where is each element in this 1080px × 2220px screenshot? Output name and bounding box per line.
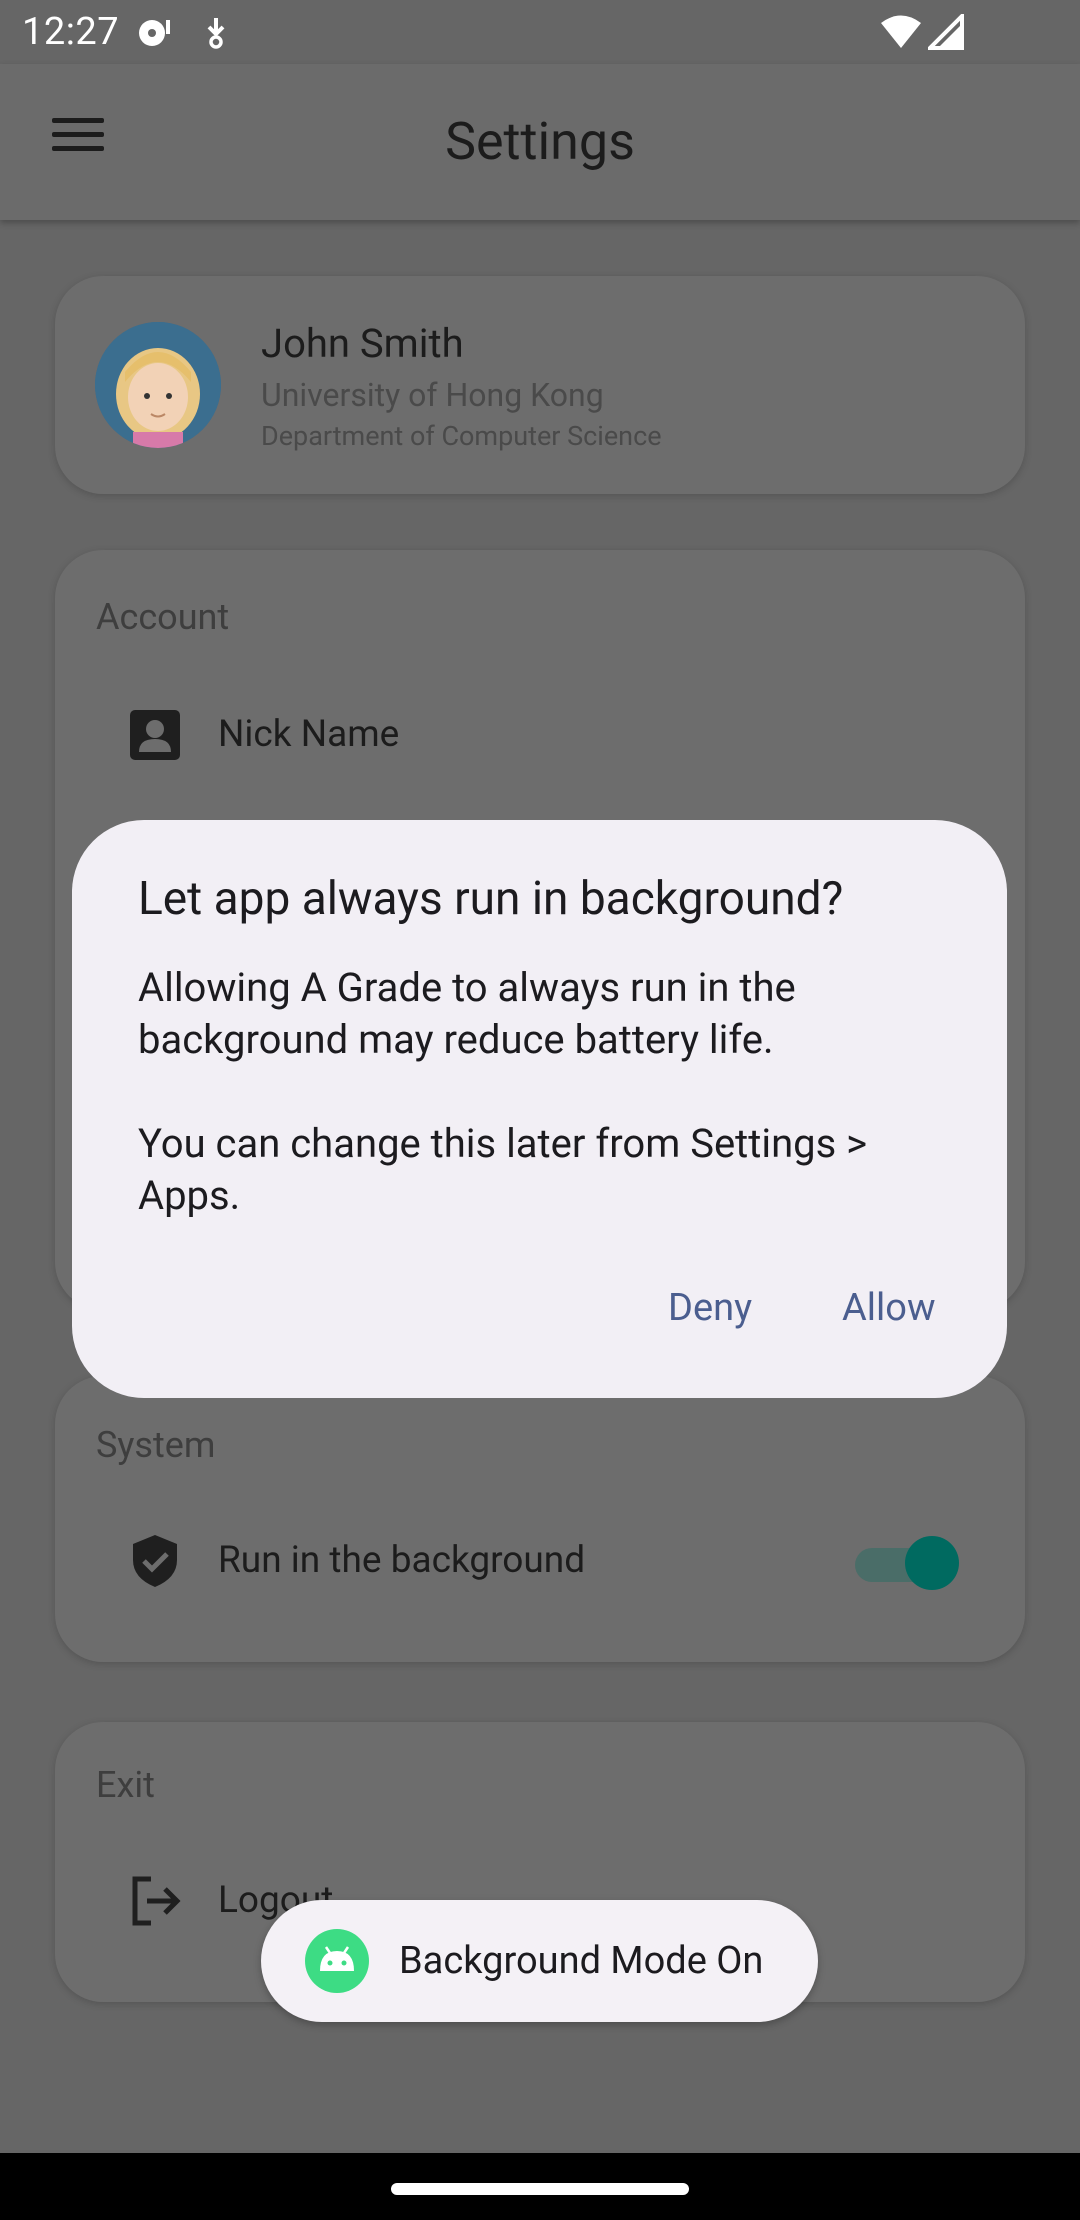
hamburger-menu-icon[interactable] — [40, 118, 120, 170]
dialog-title: Let app always run in background? — [138, 872, 844, 926]
profile-university: University of Hong Kong — [261, 376, 604, 414]
avatar — [95, 322, 221, 448]
background-permission-dialog: Let app always run in background? Allowi… — [72, 820, 1007, 1398]
settings-row-label: Nick Name — [218, 713, 400, 756]
page-title: Settings — [445, 111, 635, 172]
system-section: System Run in the background — [55, 1376, 1025, 1662]
profile-name: John Smith — [261, 320, 464, 367]
profile-department: Department of Computer Science — [261, 420, 662, 452]
media-icon — [139, 20, 170, 46]
status-bar: 12:27 — [0, 0, 1080, 64]
toast-message: Background Mode On — [261, 1900, 818, 2022]
wifi-icon — [881, 15, 921, 48]
section-title-account: Account — [96, 596, 230, 638]
settings-row-nick-name[interactable]: Nick Name — [55, 680, 1025, 790]
home-gesture-handle[interactable] — [391, 2183, 689, 2195]
settings-row-label: Run in the background — [218, 1539, 586, 1582]
background-toggle[interactable] — [855, 1536, 959, 1590]
android-icon — [305, 1929, 369, 1993]
dialog-message: Allowing A Grade to always run in the ba… — [138, 964, 868, 1219]
section-title-system: System — [96, 1424, 216, 1466]
profile-card[interactable]: John Smith University of Hong Kong Depar… — [55, 276, 1025, 494]
app-bar: Settings — [0, 64, 1080, 220]
allow-button[interactable]: Allow — [836, 1282, 942, 1334]
status-time: 12:27 — [22, 10, 120, 54]
section-title-exit: Exit — [96, 1764, 155, 1806]
shield-check-icon — [133, 1535, 177, 1587]
person-icon — [130, 710, 180, 760]
signal-icon — [928, 14, 964, 50]
settings-row-run-in-background[interactable]: Run in the background — [55, 1506, 1025, 1616]
toast-text: Background Mode On — [399, 1939, 764, 1983]
navigation-bar — [0, 2153, 1080, 2220]
deny-button[interactable]: Deny — [662, 1282, 758, 1334]
logout-icon — [132, 1876, 181, 1926]
download-icon — [207, 18, 225, 49]
toggle-thumb — [905, 1536, 959, 1590]
